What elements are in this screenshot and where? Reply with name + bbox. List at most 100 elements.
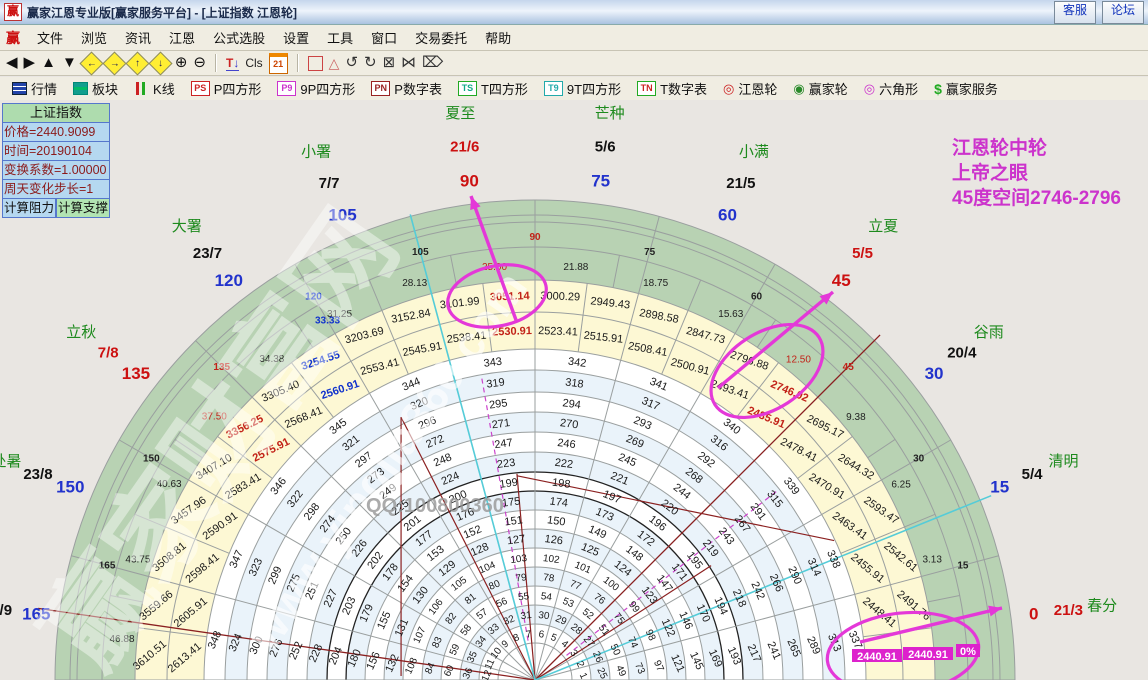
toolbar2-item-11[interactable]: ◎六角形 — [858, 78, 924, 99]
highlight-cell-value: 2440.91 — [857, 651, 897, 663]
number-ring-label: 151 — [504, 514, 524, 528]
toolbar2-item-4[interactable]: P99P四方形 — [271, 78, 361, 99]
percent-ring-label: 12.50 — [786, 354, 811, 365]
forward-arrow-icon[interactable]: ▶ — [24, 53, 36, 73]
calc-support-button[interactable]: 计算支撑 — [56, 199, 110, 218]
degree-ring-label: 75 — [644, 247, 656, 258]
calc-resistance-button[interactable]: 计算阻力 — [2, 199, 56, 218]
rotate-ccw-icon[interactable]: ↺ — [345, 53, 358, 73]
diamond-left-icon[interactable]: ← — [79, 51, 103, 75]
number-ring-label: 127 — [506, 533, 526, 547]
sector-blocks-icon — [73, 82, 88, 95]
panel-row-0: 价格=2440.9099 — [2, 123, 110, 142]
menu-item-4[interactable]: 公式选股 — [204, 25, 274, 50]
toolbar2-item-6[interactable]: TST四方形 — [452, 78, 534, 99]
calendar-date-label: 23/7 — [193, 245, 222, 262]
boxed-x-icon[interactable]: ⊠ — [383, 53, 396, 73]
toolbar2-item-0[interactable]: 行情 — [6, 78, 63, 99]
cls-button[interactable]: Cls — [245, 56, 262, 70]
calendar-icon[interactable]: 21 — [269, 53, 288, 74]
percent-ring-label: 15.63 — [718, 309, 743, 320]
outer-degree-label: 30 — [925, 364, 944, 383]
outer-degree-label: 45 — [832, 271, 851, 290]
solar-term-label: 芒种 — [595, 105, 625, 122]
toolbar2-label: T四方形 — [481, 79, 528, 98]
toolbar2-item-3[interactable]: PS P四方形 — [185, 78, 268, 99]
zoom-in-icon[interactable]: ⊕ — [175, 53, 188, 73]
toolbar2-label: 9P四方形 — [300, 79, 355, 98]
toolbar2-item-5[interactable]: PNP数字表 — [365, 78, 448, 99]
degree-ring-label: 15 — [957, 560, 969, 571]
panel-rows: 价格=2440.9099时间=20190104变换系数=1.00000周天变化步… — [2, 123, 110, 199]
number-ring-label: 103 — [510, 553, 528, 566]
back-arrow-icon[interactable]: ◀ — [6, 53, 18, 73]
menu-item-7[interactable]: 窗口 — [362, 25, 406, 50]
toolbar2-item-2[interactable]: K线 — [128, 78, 181, 99]
down-triangle-icon[interactable]: ▼ — [62, 53, 77, 73]
calendar-date-label: 5/6 — [595, 139, 616, 156]
percent-ring-label: 28.13 — [402, 278, 427, 289]
panel-row-1: 时间=20190104 — [2, 142, 110, 161]
menu-item-9[interactable]: 帮助 — [476, 25, 520, 50]
percent-ring-label: 9.38 — [846, 412, 866, 423]
sort-updown-icon[interactable]: T↓ — [226, 56, 239, 71]
diamond-up-icon[interactable]: ↑ — [125, 51, 149, 75]
toolbar2-item-12[interactable]: $赢家服务 — [928, 78, 1004, 99]
number-ring-label: 222 — [554, 457, 574, 471]
diamond-right-icon[interactable]: → — [102, 51, 126, 75]
zoom-out-icon[interactable]: ⊖ — [193, 53, 206, 73]
percent-ring-label: 3.13 — [922, 555, 942, 566]
number-ring-label: 30 — [538, 610, 551, 622]
toolbar2-item-7[interactable]: T99T四方形 — [538, 78, 627, 99]
rotate-cw-icon[interactable]: ↻ — [364, 53, 377, 73]
calendar-date-label: 5/5 — [852, 245, 873, 262]
candlestick-icon — [134, 82, 149, 95]
toolbar2-label: P四方形 — [214, 79, 262, 98]
ps-square-icon: PS — [191, 81, 210, 96]
toolbar-main: ◀ ▶ ▲ ▼ ← → ↑ ↓ ⊕ ⊖ T↓ Cls 21 △ ↺ ↻ ⊠ ⋈ … — [0, 51, 1148, 76]
calendar-date-label: 5/4 — [1022, 466, 1044, 483]
highlight-cell-value: 2440.91 — [908, 649, 948, 661]
calendar-date-label: 20/4 — [947, 344, 977, 361]
solar-term-label: 立夏 — [868, 218, 898, 235]
up-triangle-icon[interactable]: ▲ — [41, 53, 56, 73]
menu-item-2[interactable]: 资讯 — [116, 25, 160, 50]
solar-term-label: 清明 — [1048, 453, 1078, 470]
percent-ring-label: 6.25 — [891, 480, 911, 491]
customer-service-button[interactable]: 客服 — [1054, 1, 1096, 24]
center-cross-icon[interactable]: ⋈ — [401, 53, 416, 73]
number-ring-label: 198 — [551, 477, 571, 491]
toolbar2-label: 六角形 — [879, 79, 918, 98]
solar-term-label: 处暑 — [0, 453, 22, 470]
app-logo-icon: 赢 — [4, 3, 22, 21]
menu-item-8[interactable]: 交易委托 — [406, 25, 476, 50]
quotes-table-icon — [12, 82, 27, 95]
toolbar2-item-8[interactable]: TNT数字表 — [631, 78, 713, 99]
diamond-down-icon[interactable]: ↓ — [148, 51, 172, 75]
solar-term-label: 立秋 — [66, 324, 96, 341]
toolbar2-item-1[interactable]: 板块 — [67, 78, 124, 99]
menu-item-6[interactable]: 工具 — [318, 25, 362, 50]
menu-item-5[interactable]: 设置 — [274, 25, 318, 50]
number-ring-label: 246 — [557, 437, 577, 451]
menu-item-1[interactable]: 浏览 — [72, 25, 116, 50]
triangle-tool-icon[interactable]: △ — [329, 55, 340, 72]
forum-button[interactable]: 论坛 — [1102, 1, 1144, 24]
tn-table-icon: TN — [637, 81, 656, 96]
menu-item-0[interactable]: 文件 — [28, 25, 72, 50]
qq-watermark: QQ:100800360 — [366, 495, 504, 517]
square-tool-icon[interactable] — [308, 56, 323, 71]
calendar-date-label: 21/6 — [450, 139, 479, 156]
toolbar2-label: 行情 — [31, 79, 57, 98]
toolbar2-item-9[interactable]: ◎江恩轮 — [717, 78, 783, 99]
menu-item-3[interactable]: 江恩 — [160, 25, 204, 50]
menu-logo-icon: 赢 — [6, 28, 20, 48]
note-line-3: 45度空间2746-2796 — [952, 186, 1121, 211]
solar-term-label: 小署 — [301, 144, 331, 161]
menu-bar: 赢 文件浏览资讯江恩公式选股设置工具窗口交易委托帮助 — [0, 25, 1148, 51]
number-ring-label: 55 — [517, 591, 530, 603]
trash-icon[interactable]: ⌦ — [422, 53, 443, 73]
degree-ring-label: 45 — [843, 362, 855, 373]
toolbar2-item-10[interactable]: ◉赢家轮 — [787, 78, 853, 99]
outer-degree-label: 15 — [990, 478, 1009, 497]
